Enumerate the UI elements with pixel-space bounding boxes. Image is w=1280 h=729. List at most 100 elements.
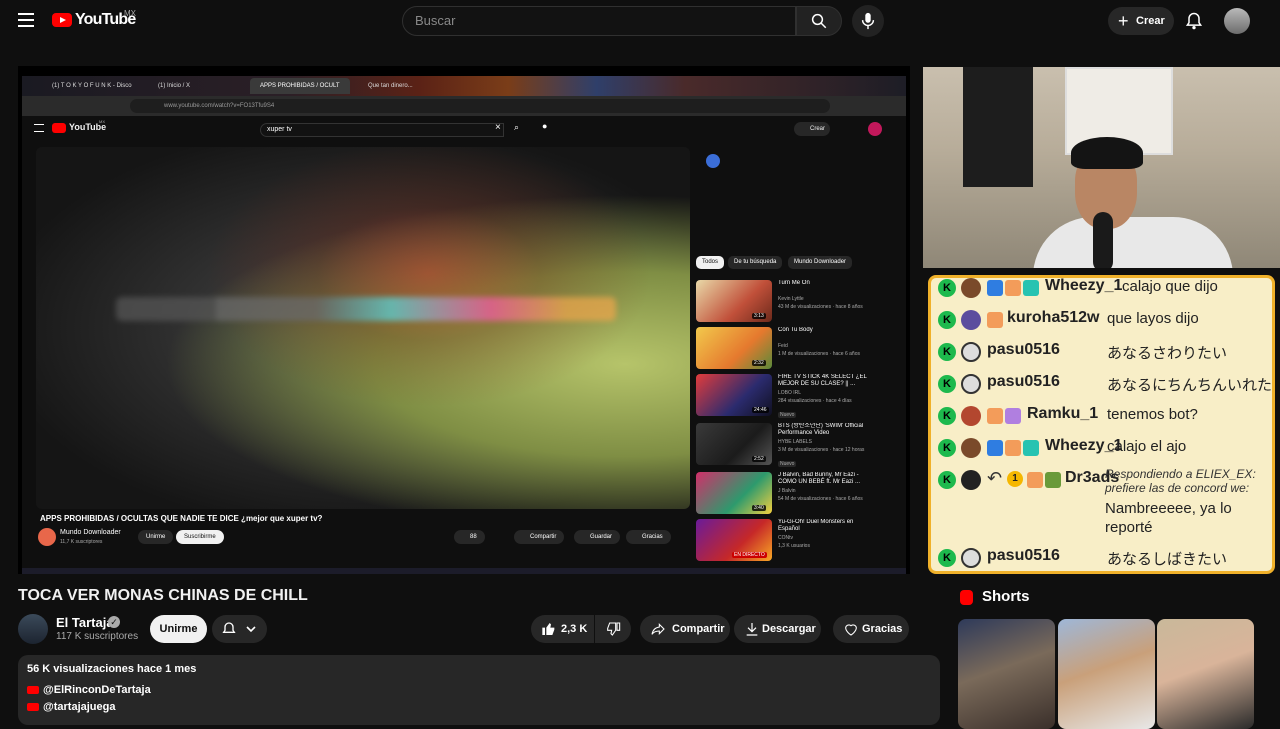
download-icon [746, 623, 758, 636]
kick-badge-icon: K [938, 471, 956, 489]
like-count: 2,3 K [561, 623, 588, 635]
embedded-subscribers: 11,7 K suscriptores [60, 539, 103, 545]
embedded-video-title: APPS PROHIBIDAS / OCULTAS QUE NADIE TE D… [40, 514, 323, 523]
rec-title: Turn Me On [778, 280, 810, 286]
embedded-save-button: Guardar [574, 530, 621, 544]
short-thumbnail[interactable] [1058, 619, 1155, 729]
chat-overlay: K Wheezy_1 calajo que dijo K kuroha512w … [928, 275, 1275, 574]
user-avatar[interactable] [1224, 8, 1250, 34]
default-user-icon [961, 548, 981, 568]
chat-message: K pasu0516 あなるしばきたい [935, 543, 1272, 571]
create-label: Crear [1136, 15, 1165, 27]
rec-meta: 1 M de visualizaciones · hace 6 años [778, 351, 860, 357]
search-icon [811, 13, 827, 29]
notifications-bell-icon[interactable] [1184, 11, 1204, 31]
short-thumbnail[interactable] [1157, 619, 1254, 729]
chevron-down-icon [246, 626, 256, 633]
shorts-heading: Shorts [982, 588, 1030, 605]
chat-message-reply: K ↶ 1 Dr3ads Respondiendo a ELIEX_EX: pr… [935, 465, 1272, 545]
kick-badge-icon: K [938, 311, 956, 329]
recommendation-item: 2:52 BTS (방탄소년단) 'SWIM' Official Perform… [696, 423, 876, 467]
chat-username: pasu0516 [987, 341, 1060, 358]
channel-link-text: @tartajajuega [43, 701, 116, 713]
channel-avatar[interactable] [18, 614, 48, 644]
rec-duration: 3:13 [752, 313, 766, 319]
chat-message: K Ramku_1 tenemos bot? [935, 401, 1272, 431]
country-code: MX [124, 9, 136, 18]
chat-text: calajo el ajo [1107, 438, 1187, 455]
thanks-button[interactable]: Gracias [833, 615, 909, 643]
chat-message: K kuroha512w que layos dijo [935, 305, 1272, 335]
search-button[interactable] [796, 6, 842, 36]
embedded-mic-icon: ● [542, 121, 548, 131]
kick-badge-icon: K [938, 343, 956, 361]
download-label: Descargar [762, 623, 816, 635]
download-button[interactable]: Descargar [734, 615, 821, 643]
default-user-icon [961, 342, 981, 362]
rec-title: FIRE TV STICK 4K SELECT ¿EL MEJOR DE SU … [778, 374, 867, 387]
rec-duration: 3:40 [752, 505, 766, 511]
chat-text: あなるしばきたい [1107, 551, 1228, 568]
streamer-body [1033, 217, 1233, 268]
plus-icon: + [1118, 11, 1129, 31]
chip-channel: Mundo Downloader [788, 256, 853, 269]
embedded-youtube-page: YouTube MX xuper tv × ⌕ ● Crear Todos De… [22, 116, 906, 568]
gift-badge-icon [1023, 440, 1039, 456]
browser-tab-active: APPS PROHIBIDAS / OCULT [250, 78, 350, 94]
embedded-create-button: Crear [794, 122, 831, 136]
recommendation-item: 3:13 Turn Me On Kevin Lyttle 43 M de vis… [696, 280, 876, 324]
youtube-logo[interactable]: YouTube [52, 11, 136, 29]
rec-duration: 2:52 [752, 456, 766, 462]
notification-settings-button[interactable] [212, 615, 267, 643]
embedded-subscribe-button: Suscribirme [176, 530, 224, 544]
description-link[interactable]: @ElRinconDeTartaja [27, 684, 151, 696]
search-input[interactable]: Buscar [402, 6, 796, 36]
rec-duration: 2:32 [752, 360, 766, 366]
embedded-browser-tabs: (1) T O K Y O F U N K - Disco (1) Inicio… [22, 76, 906, 96]
description-link[interactable]: @tartajajuega [27, 701, 115, 713]
video-player[interactable]: (1) T O K Y O F U N K - Disco (1) Inicio… [18, 66, 910, 574]
short-thumbnail[interactable] [958, 619, 1055, 729]
dislike-button[interactable] [595, 615, 631, 643]
chat-user-avatar [961, 438, 981, 458]
embedded-menu-icon [34, 124, 44, 132]
embedded-country: MX [99, 119, 105, 124]
chat-message: K Wheezy_1 calajo el ajo [935, 433, 1272, 463]
thumbs-up-icon [542, 623, 555, 635]
channel-name[interactable]: El Tartaja [56, 615, 114, 630]
sub-badge-icon [1045, 472, 1061, 488]
embedded-filter-icon [706, 154, 720, 168]
rec-new-badge: Nuevo [778, 461, 797, 467]
gift-badge-icon [1023, 280, 1039, 296]
channel-link-text: @ElRinconDeTartaja [43, 684, 151, 696]
rec-new-badge: Nuevo [778, 412, 797, 418]
chat-text: que layos dijo [1107, 310, 1199, 327]
join-button[interactable]: Unirme [150, 615, 207, 643]
chat-text: tenemos bot? [1107, 406, 1198, 423]
share-button[interactable]: Compartir [640, 615, 730, 643]
embedded-search-icon: ⌕ [514, 122, 520, 132]
create-button[interactable]: + Crear [1108, 7, 1174, 35]
chat-username: kuroha512w [1007, 309, 1100, 326]
embedded-avatar [868, 122, 882, 136]
kick-badge-icon: K [938, 407, 956, 425]
streamer-hair [1071, 137, 1143, 169]
rec-title: Yu-Gi-Oh! Duel Monsters en Español [778, 519, 854, 532]
embedded-search-input: xuper tv [260, 123, 504, 137]
chat-reply-quote: Respondiendo a ELIEX_EX: prefiere las de… [1105, 467, 1256, 495]
embedded-taskbar [22, 568, 906, 574]
rec-meta: 1,3 K usuarios [778, 543, 810, 549]
recommendation-item: EN DIRECTO Yu-Gi-Oh! Duel Monsters en Es… [696, 519, 876, 563]
emote-badge-icon [987, 312, 1003, 328]
gift-badge-icon [1005, 408, 1021, 424]
embedded-url: www.youtube.com/watch?v=FO13Tfu9S4 [130, 99, 830, 113]
share-icon [651, 623, 665, 635]
like-button[interactable]: 2,3 K [531, 615, 594, 643]
subscriber-count: 117 K suscriptores [56, 631, 139, 642]
chat-username: pasu0516 [987, 373, 1060, 390]
menu-icon[interactable] [18, 13, 34, 27]
voice-search-button[interactable] [852, 5, 884, 37]
description-box[interactable]: 56 K visualizaciones hace 1 mes @ElRinco… [18, 655, 940, 725]
chat-username: pasu0516 [987, 547, 1060, 564]
default-user-icon [961, 374, 981, 394]
